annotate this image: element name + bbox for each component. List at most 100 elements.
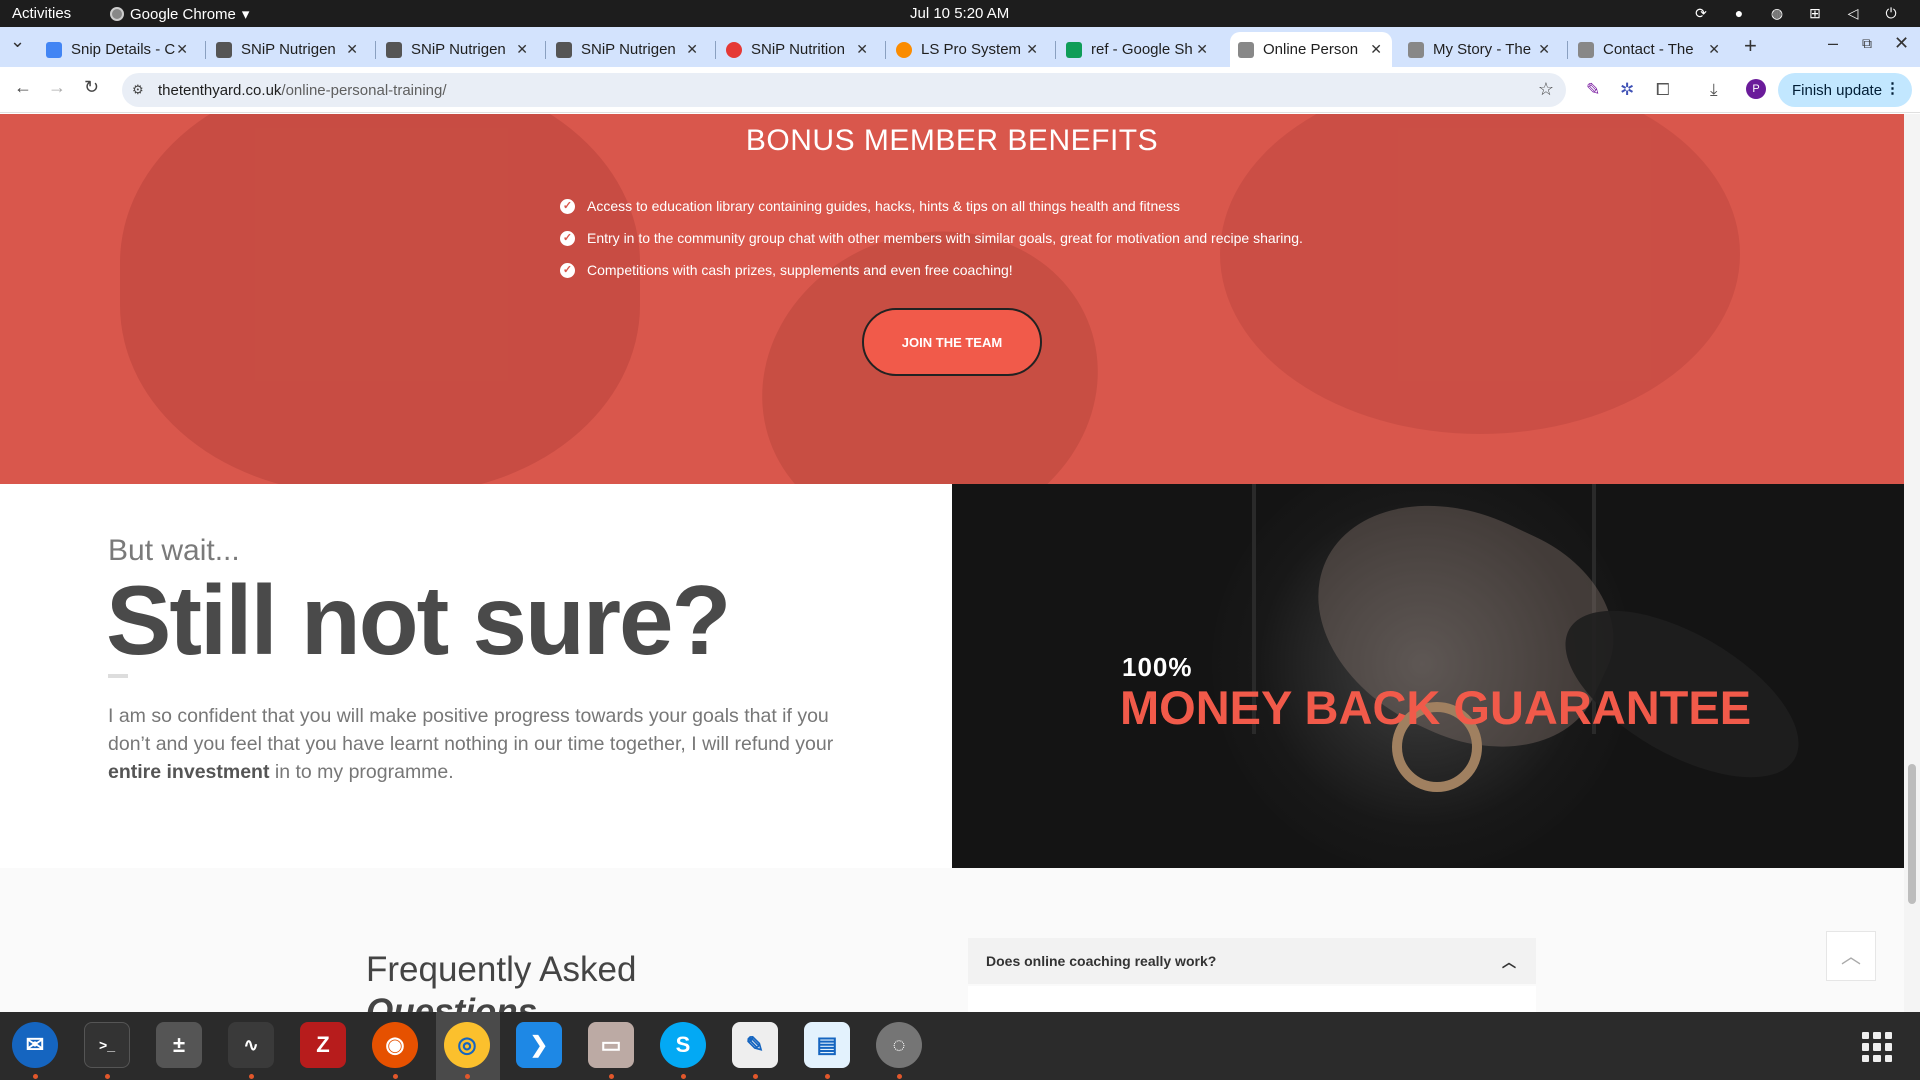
snip-favicon-icon	[556, 41, 572, 58]
back-button[interactable]: ←	[14, 77, 32, 98]
files-icon[interactable]: ▭	[588, 1022, 634, 1068]
thunderbird-icon[interactable]: ✉	[12, 1022, 58, 1068]
close-tab-icon[interactable]: ✕	[1026, 41, 1038, 58]
tab-online-personal-training[interactable]: Online Person ✕	[1230, 32, 1392, 67]
benefit-item: ✓ Competitions with cash prizes, supplem…	[560, 254, 1303, 286]
gear-extension-icon[interactable]: ✲	[1620, 80, 1634, 100]
firefox-icon[interactable]: ◉	[372, 1022, 418, 1068]
still-not-sure-heading: Still not sure?	[106, 565, 731, 675]
app-name: Google Chrome	[130, 5, 236, 23]
activities-button[interactable]: Activities	[12, 5, 71, 22]
minimize-window-button[interactable]: –	[1828, 33, 1838, 54]
text-editor-icon[interactable]: ✎	[732, 1022, 778, 1068]
more-menu-icon[interactable]: ⋮	[1885, 79, 1900, 97]
profile-avatar[interactable]: P	[1746, 79, 1766, 99]
faq-accordion-item[interactable]: Does online coaching really work? ︿	[968, 938, 1536, 984]
filezilla-icon[interactable]: Z	[300, 1022, 346, 1068]
page-scrollbar[interactable]	[1904, 114, 1920, 1012]
tab-search-icon[interactable]: ⌄	[10, 31, 25, 52]
close-tab-icon[interactable]: ✕	[1196, 41, 1208, 58]
close-tab-icon[interactable]: ✕	[1708, 41, 1720, 58]
system-tray[interactable]: ⟳ ● ◍ ⊞ ◁ ⏻	[1692, 4, 1900, 22]
volume-icon[interactable]: ◁	[1844, 4, 1862, 22]
page-viewport: BONUS MEMBER BENEFITS ✓ Access to educat…	[0, 114, 1904, 1012]
join-the-team-button[interactable]: JOIN THE TEAM	[862, 308, 1042, 376]
faq-answer-panel	[968, 986, 1536, 1012]
clock[interactable]: Jul 10 5:20 AM	[910, 5, 1009, 22]
bookmark-star-icon[interactable]: ☆	[1538, 79, 1554, 100]
chevron-up-icon[interactable]: ︿	[1502, 952, 1516, 972]
document-viewer-icon[interactable]: ▤	[804, 1022, 850, 1068]
terminal-icon[interactable]: >_	[84, 1022, 130, 1068]
benefit-text: Access to education library containing g…	[587, 198, 1181, 214]
network-icon[interactable]: ⊞	[1806, 4, 1824, 22]
tab-snip-nutrigen-3[interactable]: SNiP Nutrigen ✕	[548, 32, 708, 67]
tab-title: LS Pro System	[921, 41, 1022, 58]
tab-strip: ⌄ Snip Details - C ✕ SNiP Nutrigen ✕ SNi…	[0, 27, 1920, 67]
skype-icon[interactable]: S	[660, 1022, 706, 1068]
description-emphasis: entire investment	[108, 761, 270, 783]
finish-update-button[interactable]: Finish update ⋮	[1778, 73, 1912, 107]
close-window-button[interactable]: ✕	[1894, 33, 1909, 54]
close-tab-icon[interactable]: ✕	[516, 41, 528, 58]
chrome-icon[interactable]: ◎	[444, 1022, 490, 1068]
extension-status-icon[interactable]: ●	[1730, 4, 1748, 22]
divider	[108, 674, 128, 678]
description-text: I am so confident that you will make pos…	[108, 705, 834, 755]
sync-icon[interactable]: ⟳	[1692, 4, 1710, 22]
docs-favicon-icon	[46, 41, 62, 58]
extensions-puzzle-icon[interactable]: ⧠	[1656, 80, 1670, 100]
address-bar[interactable]: ⚙ thetenthyard.co.uk/online-personal-tra…	[122, 73, 1566, 107]
tab-ref-google-sheets[interactable]: ref - Google Sh ✕	[1058, 32, 1218, 67]
faq-question: Does online coaching really work?	[986, 953, 1217, 969]
close-tab-icon[interactable]: ✕	[1370, 41, 1382, 58]
system-monitor-icon[interactable]: ∿	[228, 1022, 274, 1068]
tab-title: Snip Details - C	[71, 41, 175, 58]
scroll-to-top-button[interactable]: ︿	[1826, 931, 1876, 981]
pen-extension-icon[interactable]: ✎	[1586, 80, 1600, 100]
close-tab-icon[interactable]: ✕	[346, 41, 358, 58]
calculator-icon[interactable]: ±	[156, 1022, 202, 1068]
browser-toolbar: ← → ↻ ⚙ thetenthyard.co.uk/online-person…	[0, 67, 1920, 113]
check-circle-icon: ✓	[560, 230, 575, 246]
app-menu[interactable]: Google Chrome ▾	[110, 5, 249, 23]
tab-snip-details[interactable]: Snip Details - C ✕	[38, 32, 198, 67]
faq-heading-second-line: Questions	[366, 992, 538, 1012]
downloads-icon[interactable]: ⤓	[1710, 80, 1718, 100]
power-icon[interactable]: ⏻	[1882, 4, 1900, 22]
tab-my-story[interactable]: My Story - The ✕	[1400, 32, 1560, 67]
chrome-app-icon	[110, 7, 124, 21]
close-tab-icon[interactable]: ✕	[176, 41, 188, 58]
snip-favicon-icon	[386, 41, 402, 58]
tab-snip-nutrigen-1[interactable]: SNiP Nutrigen ✕	[208, 32, 368, 67]
forward-button[interactable]: →	[48, 77, 66, 98]
url-host: thetenthyard.co.uk	[158, 81, 282, 99]
restore-window-button[interactable]: ⧉	[1862, 35, 1872, 52]
tab-contact[interactable]: Contact - The ✕	[1570, 32, 1730, 67]
close-tab-icon[interactable]: ✕	[1538, 41, 1550, 58]
close-tab-icon[interactable]: ✕	[686, 41, 698, 58]
benefit-text: Entry in to the community group chat wit…	[587, 230, 1303, 246]
reload-button[interactable]: ↻	[84, 77, 99, 98]
faq-section: Frequently Asked Questions Does online c…	[0, 868, 1904, 1012]
faq-heading: Frequently Asked	[366, 950, 637, 989]
tab-snip-nutrition[interactable]: SNiP Nutrition ✕	[718, 32, 878, 67]
tab-title: SNiP Nutrigen	[581, 41, 676, 58]
money-back-guarantee-panel: 100% MONEY BACK GUARANTEE	[952, 484, 1904, 868]
app-indicator-icon[interactable]: ◍	[1768, 4, 1786, 22]
chevron-down-icon: ▾	[241, 6, 250, 23]
guarantee-description: I am so confident that you will make pos…	[108, 702, 848, 786]
tab-snip-nutrigen-2[interactable]: SNiP Nutrigen ✕	[378, 32, 538, 67]
show-apps-grid-icon[interactable]	[1862, 1032, 1892, 1062]
close-tab-icon[interactable]: ✕	[856, 41, 868, 58]
scrollbar-thumb[interactable]	[1908, 764, 1916, 904]
disk-icon[interactable]: ◌	[876, 1022, 922, 1068]
tab-ls-pro-system[interactable]: LS Pro System ✕	[888, 32, 1048, 67]
benefits-list: ✓ Access to education library containing…	[560, 190, 1303, 286]
vscode-icon[interactable]: ❯	[516, 1022, 562, 1068]
new-tab-button[interactable]: +	[1744, 33, 1757, 59]
tab-title: My Story - The	[1433, 41, 1532, 58]
guarantee-percent: 100%	[1122, 652, 1193, 682]
site-info-icon[interactable]: ⚙	[132, 82, 148, 98]
url-path: /online-personal-training/	[281, 81, 447, 99]
